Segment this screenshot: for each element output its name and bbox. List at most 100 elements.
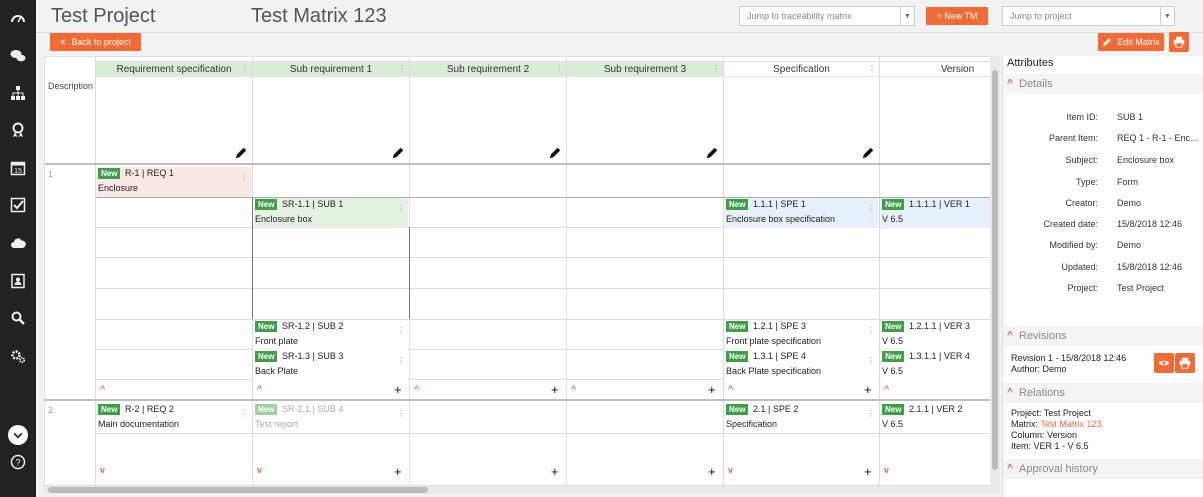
expand-caret-icon[interactable]: v	[728, 465, 733, 475]
attr-value: Demo	[1117, 198, 1142, 208]
row-divider	[96, 433, 999, 434]
add-item-icon[interactable]: +	[394, 383, 402, 396]
view-revision-button[interactable]	[1154, 353, 1174, 373]
edit-description-icon[interactable]	[706, 147, 718, 159]
project-title: Test Project	[51, 5, 156, 27]
column-header-requirement-specification[interactable]: Requirement specification ⋮	[96, 61, 252, 77]
card-req-1[interactable]: New R-1 | REQ 1 Enclosure ⋮	[97, 167, 251, 197]
header-divider	[36, 32, 1203, 33]
checkbox-icon[interactable]	[8, 195, 28, 215]
hierarchy-icon[interactable]	[8, 83, 28, 103]
card-req-2[interactable]: New R-2 | REQ 2 Main documentation ⋮	[97, 403, 251, 433]
card-spe-4[interactable]: New 1.3.1 | SPE 4 Back Plate specificati…	[725, 350, 878, 380]
attr-label: Subject:	[1065, 155, 1098, 165]
column-header-sub-requirement-2[interactable]: Sub requirement 2 ⋮	[410, 61, 566, 77]
column-header-specification[interactable]: Specification ⋮	[724, 61, 879, 77]
add-item-icon[interactable]: +	[708, 465, 716, 478]
collapse-caret-icon[interactable]: ^	[884, 384, 889, 394]
card-sub-1[interactable]: New SR-1.1 | SUB 1 Enclosure box ⋮	[254, 198, 408, 228]
relations-section-header[interactable]: ^ Relations	[1003, 383, 1203, 403]
card-menu-icon[interactable]: ⋮	[240, 173, 248, 182]
add-item-icon[interactable]: +	[394, 465, 402, 478]
column-menu-icon[interactable]: ⋮	[868, 65, 876, 74]
card-ver-4[interactable]: New 1.3.1.1 | VER 4 V 6.5	[881, 350, 999, 380]
award-icon[interactable]	[8, 120, 28, 140]
card-spe-1[interactable]: New 1.1.1 | SPE 1 Enclosure box specific…	[725, 198, 878, 228]
edit-description-icon[interactable]	[549, 147, 561, 159]
attr-value: SUB 1	[1117, 112, 1144, 122]
chat-icon[interactable]	[8, 46, 28, 66]
add-item-icon[interactable]: +	[864, 465, 872, 478]
jump-to-project-select[interactable]: Jump to project ▼	[1002, 6, 1175, 26]
card-ver-3[interactable]: New 1.2.1.1 | VER 3 V 6.5	[881, 320, 999, 350]
card-sub-3[interactable]: New SR-1.3 | SUB 3 Back Plate ⋮	[254, 350, 408, 380]
column-divider	[723, 57, 724, 485]
edit-description-icon[interactable]	[392, 147, 404, 159]
add-item-icon[interactable]: +	[708, 383, 716, 396]
column-menu-icon[interactable]: ⋮	[712, 64, 720, 73]
scrollbar-thumb[interactable]	[992, 70, 998, 470]
add-item-icon[interactable]: +	[551, 383, 559, 396]
expand-caret-icon[interactable]: v	[100, 465, 105, 475]
column-header-sub-requirement-1[interactable]: Sub requirement 1 ⋮	[253, 61, 409, 77]
column-menu-icon[interactable]: ⋮	[398, 64, 406, 73]
print-revision-button[interactable]	[1175, 353, 1195, 373]
card-menu-icon[interactable]: ⋮	[867, 409, 875, 418]
card-menu-icon[interactable]: ⋮	[397, 356, 405, 365]
card-ver-1[interactable]: New 1.1.1.1 | VER 1 V 6.5	[881, 198, 999, 228]
cloud-icon[interactable]	[8, 233, 28, 253]
card-menu-icon[interactable]: ⋮	[240, 409, 248, 418]
back-to-project-button[interactable]: < Back to project	[50, 33, 141, 51]
dropdown-arrow-icon[interactable]: ▼	[900, 7, 914, 25]
matrix-link[interactable]: Test Matrix 123	[1040, 419, 1101, 429]
chevron-down-icon[interactable]	[8, 425, 28, 445]
card-menu-icon[interactable]: ⋮	[397, 204, 405, 213]
new-badge: New	[726, 404, 749, 415]
revisions-section-header[interactable]: ^ Revisions	[1003, 326, 1203, 346]
card-menu-icon[interactable]: ⋮	[397, 409, 405, 418]
settings-icon[interactable]	[8, 346, 28, 366]
card-sub-2[interactable]: New SR-1.2 | SUB 2 Front plate ⋮	[254, 320, 408, 350]
card-menu-icon[interactable]: ⋮	[867, 204, 875, 213]
vertical-scrollbar[interactable]	[990, 56, 1000, 486]
card-menu-icon[interactable]: ⋮	[867, 356, 875, 365]
approval-history-section-header[interactable]: ^ Approval history	[1003, 459, 1203, 479]
card-spe-2[interactable]: New 2.1 | SPE 2 Specification ⋮	[725, 403, 878, 433]
collapse-caret-icon[interactable]: ^	[728, 384, 733, 394]
attr-label: Modified by:	[1049, 240, 1098, 250]
print-button[interactable]	[1169, 32, 1189, 52]
calendar-icon[interactable]: 15	[8, 158, 28, 178]
expand-caret-icon[interactable]: v	[884, 465, 889, 475]
expand-caret-icon[interactable]: v	[257, 465, 262, 475]
add-item-icon[interactable]: +	[551, 465, 559, 478]
contact-icon[interactable]	[8, 271, 28, 291]
card-name: Back Plate specification	[726, 366, 822, 376]
row-divider	[45, 399, 999, 401]
card-menu-icon[interactable]: ⋮	[867, 326, 875, 335]
search-icon[interactable]	[8, 308, 28, 328]
dashboard-icon[interactable]	[8, 9, 28, 29]
collapse-caret-icon[interactable]: ^	[100, 384, 105, 394]
column-menu-icon[interactable]: ⋮	[555, 64, 563, 73]
card-sub-4[interactable]: New SR-2.1 | SUB 4 Test report ⋮	[254, 403, 408, 433]
add-item-icon[interactable]: +	[864, 383, 872, 396]
card-menu-icon[interactable]: ⋮	[397, 326, 405, 335]
column-menu-icon[interactable]: ⋮	[241, 64, 249, 73]
edit-description-icon[interactable]	[862, 147, 874, 159]
edit-description-icon[interactable]	[235, 147, 247, 159]
scrollbar-thumb[interactable]	[48, 487, 428, 493]
column-header-sub-requirement-3[interactable]: Sub requirement 3 ⋮	[567, 61, 723, 77]
jump-to-matrix-select[interactable]: Jump to traceability matrix ▼	[739, 6, 915, 26]
column-header-version[interactable]: Version	[880, 61, 999, 77]
collapse-caret-icon[interactable]: ^	[571, 384, 576, 394]
edit-matrix-button[interactable]: Edit Matrix	[1098, 33, 1164, 51]
dropdown-arrow-icon[interactable]: ▼	[1160, 7, 1174, 25]
horizontal-scrollbar[interactable]	[44, 486, 1000, 494]
collapse-caret-icon[interactable]: ^	[257, 384, 262, 394]
new-tm-button[interactable]: + New TM	[926, 7, 988, 25]
card-spe-3[interactable]: New 1.2.1 | SPE 3 Front plate specificat…	[725, 320, 878, 350]
card-ver-2[interactable]: New 2.1.1 | VER 2 V 6.5	[881, 403, 999, 433]
details-section-header[interactable]: ^ Details	[1003, 74, 1203, 94]
collapse-caret-icon[interactable]: ^	[414, 384, 419, 394]
help-icon[interactable]: ?	[8, 452, 28, 472]
